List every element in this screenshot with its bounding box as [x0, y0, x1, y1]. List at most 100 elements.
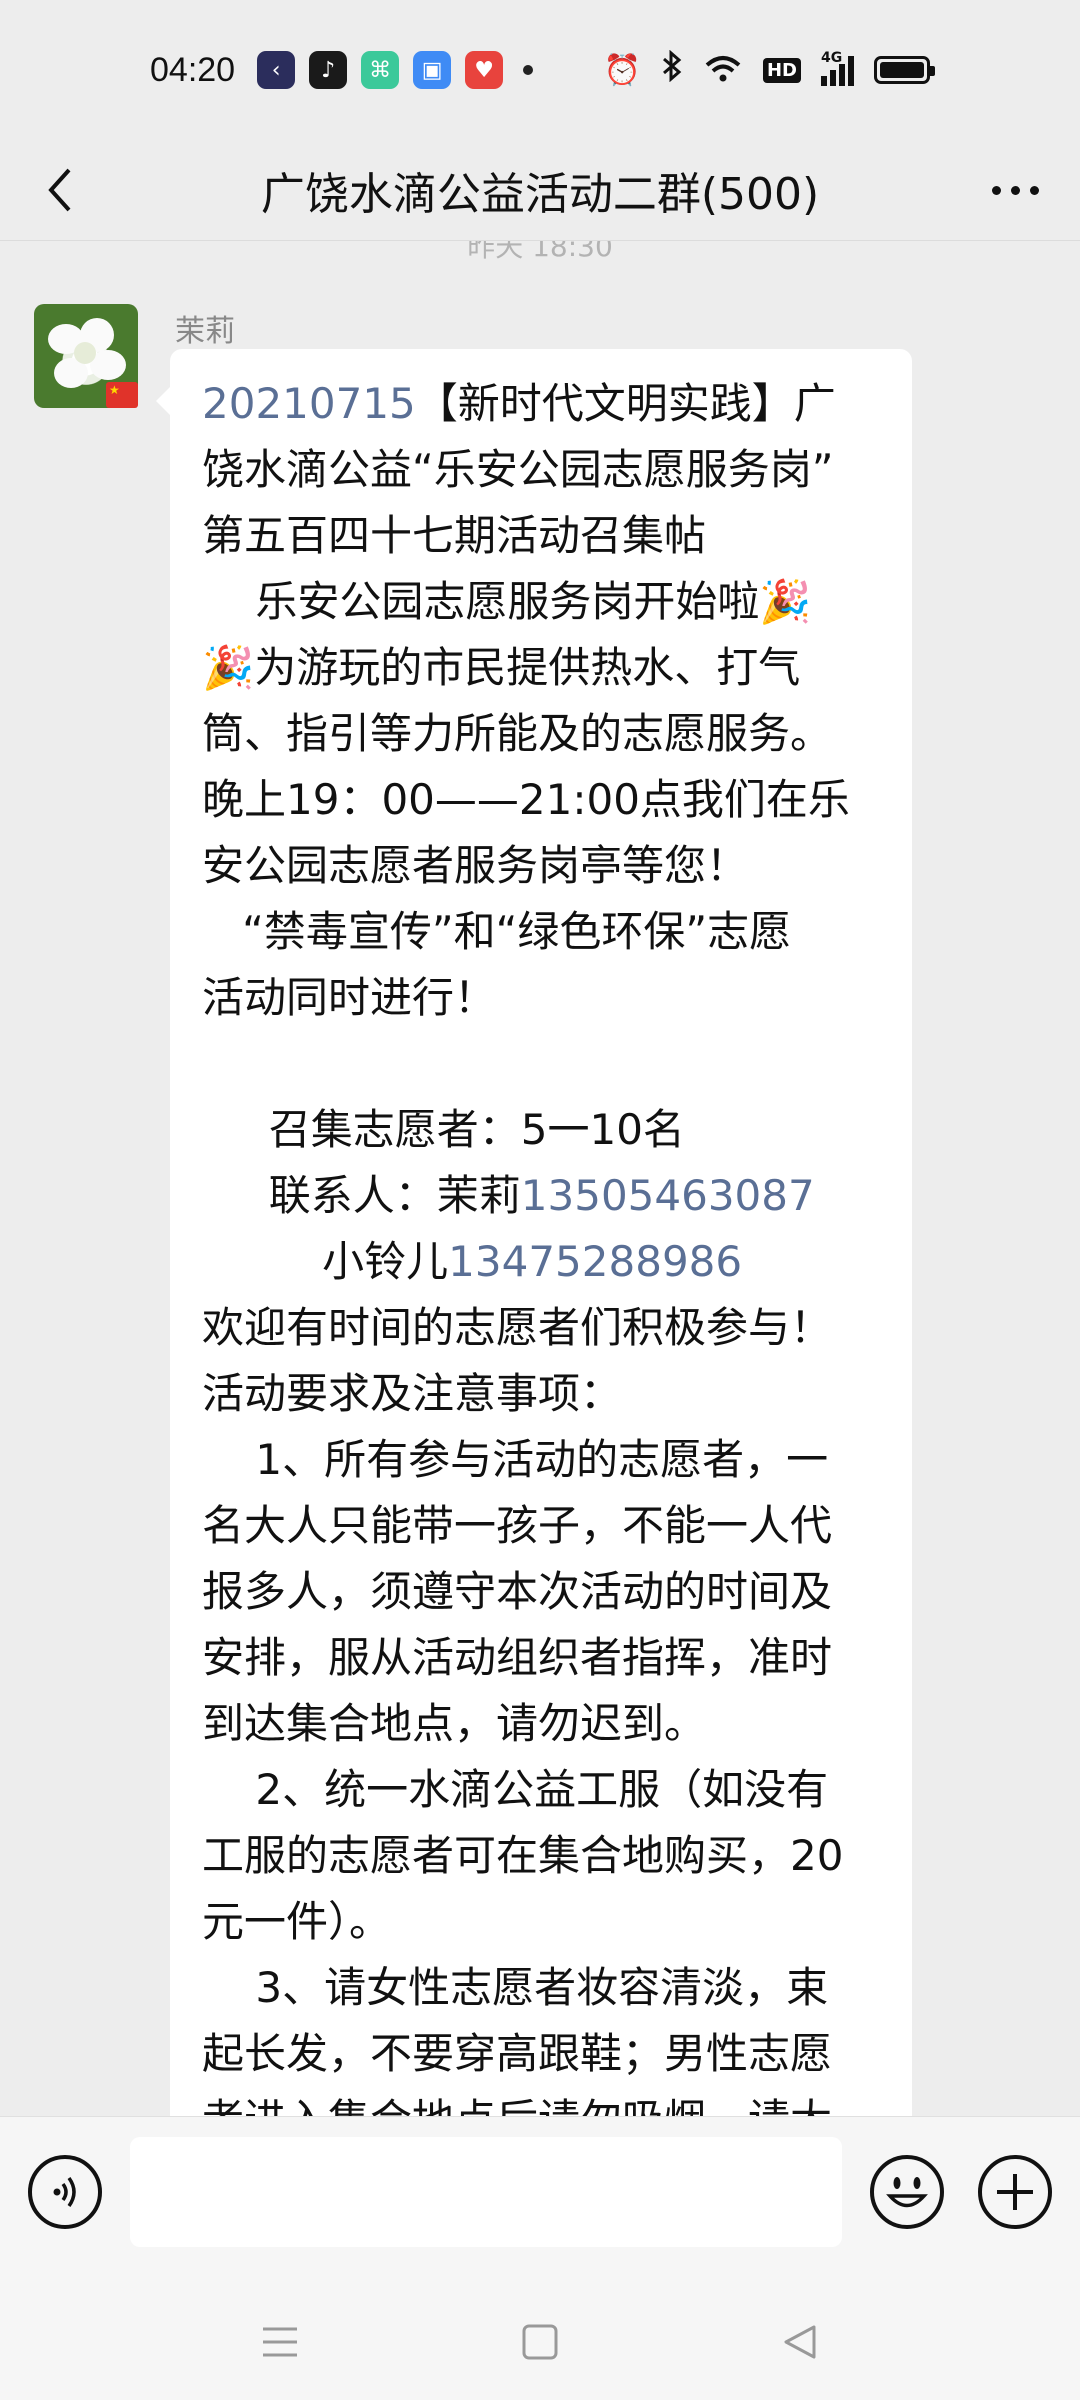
- plus-icon: [997, 2174, 1033, 2210]
- message-line-text: 晚上19：00——21:00点我们在乐: [202, 775, 850, 824]
- triangle-back-icon: [784, 2325, 816, 2359]
- system-status: ⏰ HD 4G: [603, 49, 935, 90]
- message-line: 名大人只能带一孩子，不能一人代: [202, 1493, 880, 1559]
- message-line: “禁毒宣传”和“绿色环保”志愿: [202, 899, 880, 965]
- hd-badge: HD: [762, 57, 801, 83]
- message-line-text: 🎉为游玩的市民提供热水、打气: [202, 643, 801, 692]
- message-input[interactable]: [130, 2137, 842, 2247]
- more-options-button[interactable]: [980, 160, 1050, 220]
- home-button[interactable]: [510, 2312, 570, 2372]
- message-line: 到达集合地点，请勿迟到。: [202, 1691, 880, 1757]
- message-line-text: 到达集合地点，请勿迟到。: [202, 1699, 707, 1748]
- network-type: 4G: [821, 50, 843, 66]
- message-line: 晚上19：00——21:00点我们在乐: [202, 767, 880, 833]
- more-notifications-dot: [523, 65, 534, 75]
- message-line-text: 联系人：茉莉: [202, 1171, 521, 1220]
- message-line: 活动同时进行！: [202, 965, 880, 1031]
- message-line-text: “禁毒宣传”和“绿色环保”志愿: [202, 907, 792, 956]
- alarm-icon: ⏰: [603, 52, 641, 88]
- chat-header: 广饶水滴公益活动二群(500): [0, 140, 1080, 240]
- message-line: 乐安公园志愿服务岗开始啦🎉: [202, 569, 880, 635]
- tiktok-icon: ♪: [309, 51, 348, 89]
- signal-icon: 4G: [821, 50, 854, 86]
- message-line-text: 1、所有参与活动的志愿者，一: [202, 1435, 829, 1484]
- message-line-text: 活动同时进行！: [202, 973, 497, 1022]
- message-line-text: 工服的志愿者可在集合地购买，20: [202, 1831, 844, 1880]
- message-line-text: 安公园志愿者服务岗亭等您！: [202, 841, 749, 890]
- message-text: 20210715【新时代文明实践】广饶水滴公益“乐安公园志愿服务岗” 第五百四十七…: [202, 371, 880, 2116]
- recent-apps-button[interactable]: [250, 2312, 310, 2372]
- system-back-button[interactable]: [770, 2312, 830, 2372]
- phone-number-link[interactable]: 13505463087: [521, 1171, 815, 1220]
- message-line: 安公园志愿者服务岗亭等您！: [202, 833, 880, 899]
- message-line-text: 召集志愿者：5一10名: [202, 1105, 685, 1154]
- message-line-text: 3、请女性志愿者妆容清淡，束: [202, 1963, 829, 2012]
- more-icon-dot: [1010, 185, 1020, 195]
- voice-input-button[interactable]: [28, 2155, 102, 2229]
- phone-number-link[interactable]: 13475288986: [448, 1237, 742, 1286]
- message-line-text: 活动要求及注意事项：: [202, 1369, 623, 1418]
- status-time: 04:20: [150, 50, 236, 89]
- chat-message-list[interactable]: 昨天 18:30 ★ 茉莉 20210715【新时代文明实践】广 饶水滴公益“乐安…: [0, 241, 1080, 2116]
- message-line-text: 者进入集合地点后请勿吸烟，请大: [202, 2095, 832, 2116]
- message-line-text: 饶水滴公益“乐安公园志愿服务岗”: [202, 445, 834, 494]
- message-line: 第五百四十七期活动召集帖: [202, 503, 880, 569]
- app-notification-icon: ▣: [413, 51, 452, 89]
- message-timestamp: 昨天 18:30: [467, 241, 613, 263]
- smiley-icon: [886, 2177, 928, 2208]
- battery-icon: [874, 56, 935, 84]
- menu-icon: [263, 2327, 297, 2357]
- bluetooth-icon: [661, 49, 683, 90]
- page-title: 广饶水滴公益活动二群(500): [260, 169, 820, 220]
- message-line-text: 起长发，不要穿高跟鞋；男性志愿: [202, 2029, 833, 2078]
- app-notification-icon: ‹: [257, 51, 296, 89]
- message-line-text: 小铃儿: [202, 1237, 449, 1286]
- message-line: 1、所有参与活动的志愿者，一: [202, 1427, 880, 1493]
- message-line: [202, 1031, 880, 1097]
- message-line-text: 欢迎有时间的志愿者们积极参与！: [202, 1303, 833, 1352]
- chevron-left-icon: [48, 168, 71, 212]
- message-line-text: 乐安公园志愿服务岗开始啦🎉: [202, 577, 812, 626]
- notification-icons: ‹ ♪ ⌘ ▣ ♥: [257, 51, 504, 89]
- more-icon: [991, 185, 1001, 195]
- message-line: 召集志愿者：5一10名: [202, 1097, 880, 1163]
- message-line: 工服的志愿者可在集合地购买，20: [202, 1823, 880, 1889]
- message-line-text: 元一件）。: [202, 1897, 392, 1946]
- message-line: 联系人：茉莉13505463087: [202, 1163, 880, 1229]
- message-line: 欢迎有时间的志愿者们积极参与！: [202, 1295, 880, 1361]
- message-line: 筒、指引等力所能及的志愿服务。: [202, 701, 880, 767]
- message-line: 20210715【新时代文明实践】广: [202, 371, 880, 437]
- square-icon: [522, 2324, 558, 2360]
- app-notification-icon: ⌘: [361, 51, 400, 89]
- more-functions-button[interactable]: [978, 2155, 1052, 2229]
- heart-app-icon: ♥: [465, 51, 504, 89]
- message-line-text: 报多人，须遵守本次活动的时间及: [202, 1567, 833, 1616]
- message-line-text: 筒、指引等力所能及的志愿服务。: [202, 709, 833, 758]
- message-line-text: 2、统一水滴公益工服（如没有: [202, 1765, 829, 1814]
- message-line-text: 【新时代文明实践】广: [415, 379, 836, 428]
- message-line: 元一件）。: [202, 1889, 880, 1955]
- date-link[interactable]: 20210715: [202, 379, 416, 428]
- wifi-icon: [703, 53, 743, 87]
- back-button[interactable]: [30, 160, 90, 220]
- message-line-text: 名大人只能带一孩子，不能一人代: [202, 1501, 833, 1550]
- status-bar: 04:20 ‹ ♪ ⌘ ▣ ♥ ⏰ HD 4G: [0, 0, 1080, 140]
- message-line: 者进入集合地点后请勿吸烟，请大: [202, 2087, 880, 2116]
- input-bar: [0, 2116, 1080, 2276]
- message-line: 活动要求及注意事项：: [202, 1361, 880, 1427]
- message-line: 安排，服从活动组织者指挥，准时: [202, 1625, 880, 1691]
- emoji-button[interactable]: [870, 2155, 944, 2229]
- message-line-text: 第五百四十七期活动召集帖: [202, 511, 707, 560]
- message-line-text: 安排，服从活动组织者指挥，准时: [202, 1633, 833, 1682]
- message-bubble[interactable]: 20210715【新时代文明实践】广饶水滴公益“乐安公园志愿服务岗” 第五百四十七…: [156, 349, 912, 2116]
- message-line: 起长发，不要穿高跟鞋；男性志愿: [202, 2021, 880, 2087]
- message-line: 小铃儿13475288986: [202, 1229, 880, 1295]
- message-line: 3、请女性志愿者妆容清淡，束: [202, 1955, 880, 2021]
- more-icon-dot: [1029, 185, 1039, 195]
- sender-name: 茉莉: [175, 314, 235, 349]
- system-nav-bar: [0, 2276, 1080, 2400]
- message-line: 🎉为游玩的市民提供热水、打气: [202, 635, 880, 701]
- voice-icon: [53, 2176, 76, 2208]
- message-line: 饶水滴公益“乐安公园志愿服务岗”: [202, 437, 880, 503]
- message-line: 2、统一水滴公益工服（如没有: [202, 1757, 880, 1823]
